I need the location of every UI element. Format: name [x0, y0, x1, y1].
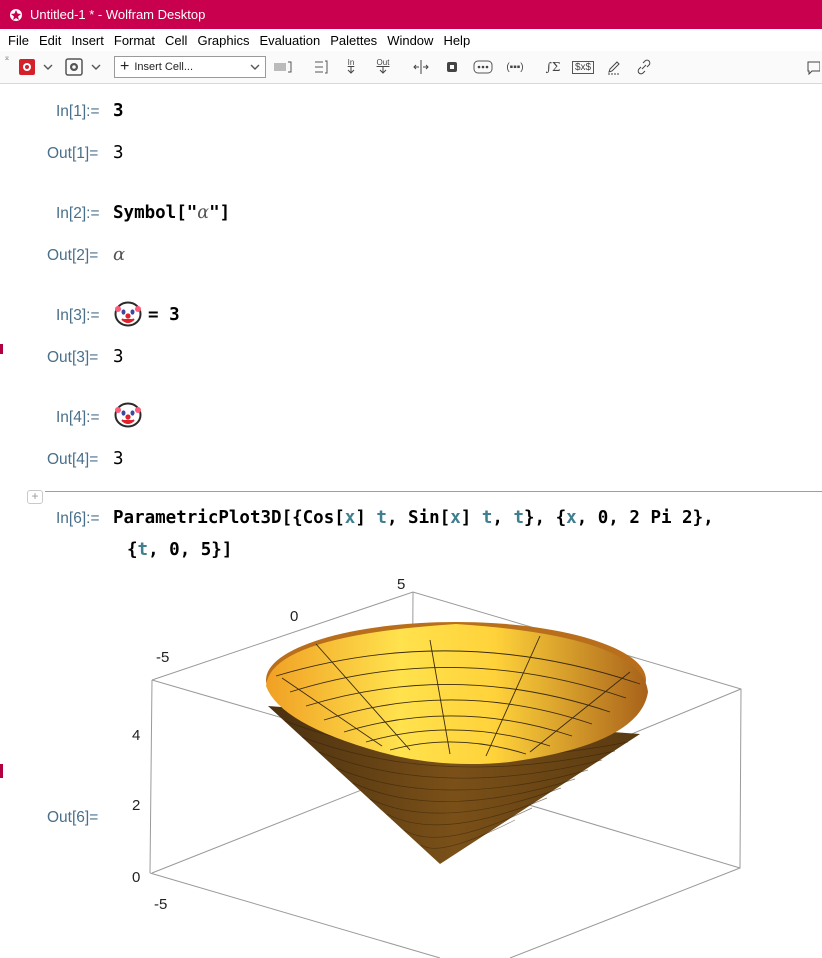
- input-code-line-1[interactable]: ParametricPlot3D[{Cos[x] t, Sin[x] t, t}…: [113, 508, 714, 528]
- code-token: }, {: [523, 508, 567, 528]
- menu-insert[interactable]: Insert: [71, 33, 104, 48]
- clown-face-icon: [114, 301, 142, 327]
- output-value: 3: [113, 449, 124, 469]
- tick-label-z: 4: [132, 727, 140, 744]
- insert-cell-label: Insert Cell...: [134, 61, 194, 73]
- menu-palettes[interactable]: Palettes: [330, 33, 377, 48]
- insert-cell-plus-icon[interactable]: +: [27, 490, 43, 504]
- code-token: , 0, 2 Pi 2},: [576, 508, 714, 528]
- chevron-down-icon: [250, 64, 260, 70]
- tex-icon[interactable]: $x$: [571, 57, 595, 77]
- code-token: , Sin[: [386, 508, 451, 528]
- menu-evaluation[interactable]: Evaluation: [259, 33, 320, 48]
- cell-bracket-icon[interactable]: [273, 57, 293, 77]
- pen-icon[interactable]: [604, 57, 624, 77]
- code-token: t: [513, 508, 524, 528]
- code-token: ]: [355, 508, 377, 528]
- code-token: {: [127, 540, 138, 560]
- cell-insertion-line[interactable]: [45, 491, 822, 492]
- wolfram-gear-red-icon[interactable]: [16, 57, 38, 77]
- code-token: Symbol: [113, 203, 177, 223]
- input-label: In[1]:=: [56, 103, 100, 120]
- output-label: Out[4]=: [47, 451, 99, 468]
- ellipsis-icon[interactable]: [472, 57, 494, 77]
- out-label: Out: [376, 58, 390, 67]
- output-label: Out[2]=: [47, 247, 99, 264]
- title-bar: Untitled-1 * - Wolfram Desktop: [0, 0, 822, 29]
- output-value: 3: [113, 143, 124, 163]
- cell-bracket-marker: [0, 344, 3, 354]
- menu-file[interactable]: File: [8, 33, 29, 48]
- code-token: ,: [492, 508, 514, 528]
- split-cell-icon[interactable]: [410, 57, 432, 77]
- menu-edit[interactable]: Edit: [39, 33, 61, 48]
- input-code[interactable]: 3: [113, 101, 124, 121]
- code-token: ParametricPlot3D[{Cos[: [113, 508, 345, 528]
- tick-label-top: -5: [156, 649, 169, 666]
- tick-label-z: 2: [132, 797, 140, 814]
- code-token: ]: [460, 508, 482, 528]
- notebook-area[interactable]: In[1]:= 3 Out[1]= 3 In[2]:= Symbol["α"] …: [0, 84, 822, 958]
- code-token: , 0, 5}]: [148, 540, 233, 560]
- menu-format[interactable]: Format: [114, 33, 155, 48]
- tick-label-bottom: -5: [154, 896, 167, 913]
- input-code-line-2[interactable]: {t, 0, 5}]: [127, 540, 232, 560]
- tick-label-z: 0: [132, 869, 140, 886]
- code-token: x: [566, 508, 577, 528]
- code-token: x: [344, 508, 356, 528]
- input-label: In[3]:=: [56, 307, 100, 324]
- parametric-plot-3d[interactable]: 5 0 -5 4 2 0 -5: [110, 574, 822, 958]
- comment-icon[interactable]: [806, 57, 822, 77]
- menu-help[interactable]: Help: [443, 33, 470, 48]
- dollar-label: $x$: [571, 60, 595, 74]
- menu-cell[interactable]: Cell: [165, 33, 187, 48]
- chevron-down-icon[interactable]: [88, 57, 104, 77]
- chevron-down-icon[interactable]: [40, 57, 56, 77]
- input-label: In[2]:=: [56, 205, 100, 222]
- toolbar: ⌅ + Insert Cell... In Out (▪▪▪) ∫Σ $x$: [0, 51, 822, 84]
- output-label: Out[1]=: [47, 145, 99, 162]
- clown-face-icon[interactable]: [114, 402, 142, 428]
- code-token: [": [176, 203, 198, 223]
- output-label: Out[3]=: [47, 349, 99, 366]
- math-assistant-icon[interactable]: ∫Σ: [542, 57, 564, 77]
- menu-window[interactable]: Window: [387, 33, 433, 48]
- pin-icon[interactable]: ⌅: [4, 53, 11, 62]
- code-token: α: [197, 203, 210, 223]
- code-token: t: [137, 540, 149, 560]
- in-label: In: [347, 58, 355, 67]
- input-code[interactable]: Symbol["α"]: [113, 203, 230, 223]
- link-icon[interactable]: [634, 57, 654, 77]
- expression-icon[interactable]: (▪▪▪): [502, 57, 528, 77]
- code-token: "]: [209, 203, 231, 223]
- code-token: x: [450, 508, 461, 528]
- input-label: In[6]:=: [56, 510, 100, 527]
- merge-cells-icon[interactable]: [442, 57, 462, 77]
- insert-cell-dropdown[interactable]: + Insert Cell...: [114, 56, 266, 78]
- tick-label-top: 5: [397, 576, 405, 593]
- cell-bracket-marker: [0, 764, 3, 778]
- menu-bar: File Edit Insert Format Cell Graphics Ev…: [0, 29, 822, 51]
- menu-graphics[interactable]: Graphics: [197, 33, 249, 48]
- cell-gear-icon[interactable]: [62, 57, 86, 77]
- plus-icon: +: [120, 58, 130, 75]
- group-cells-icon[interactable]: [312, 57, 330, 77]
- insert-output-icon[interactable]: Out: [372, 57, 394, 77]
- code-token: t: [376, 508, 387, 528]
- output-label: Out[6]=: [47, 809, 99, 826]
- code-token: t: [481, 508, 493, 528]
- input-label: In[4]:=: [56, 409, 100, 426]
- tick-label-top: 0: [290, 608, 298, 625]
- output-value: 3: [113, 347, 124, 367]
- input-code[interactable]: = 3: [148, 305, 180, 325]
- wolfram-app-icon: [10, 8, 22, 21]
- insert-input-icon[interactable]: In: [340, 57, 362, 77]
- window-title: Untitled-1 * - Wolfram Desktop: [30, 7, 206, 22]
- output-value: α: [113, 244, 126, 265]
